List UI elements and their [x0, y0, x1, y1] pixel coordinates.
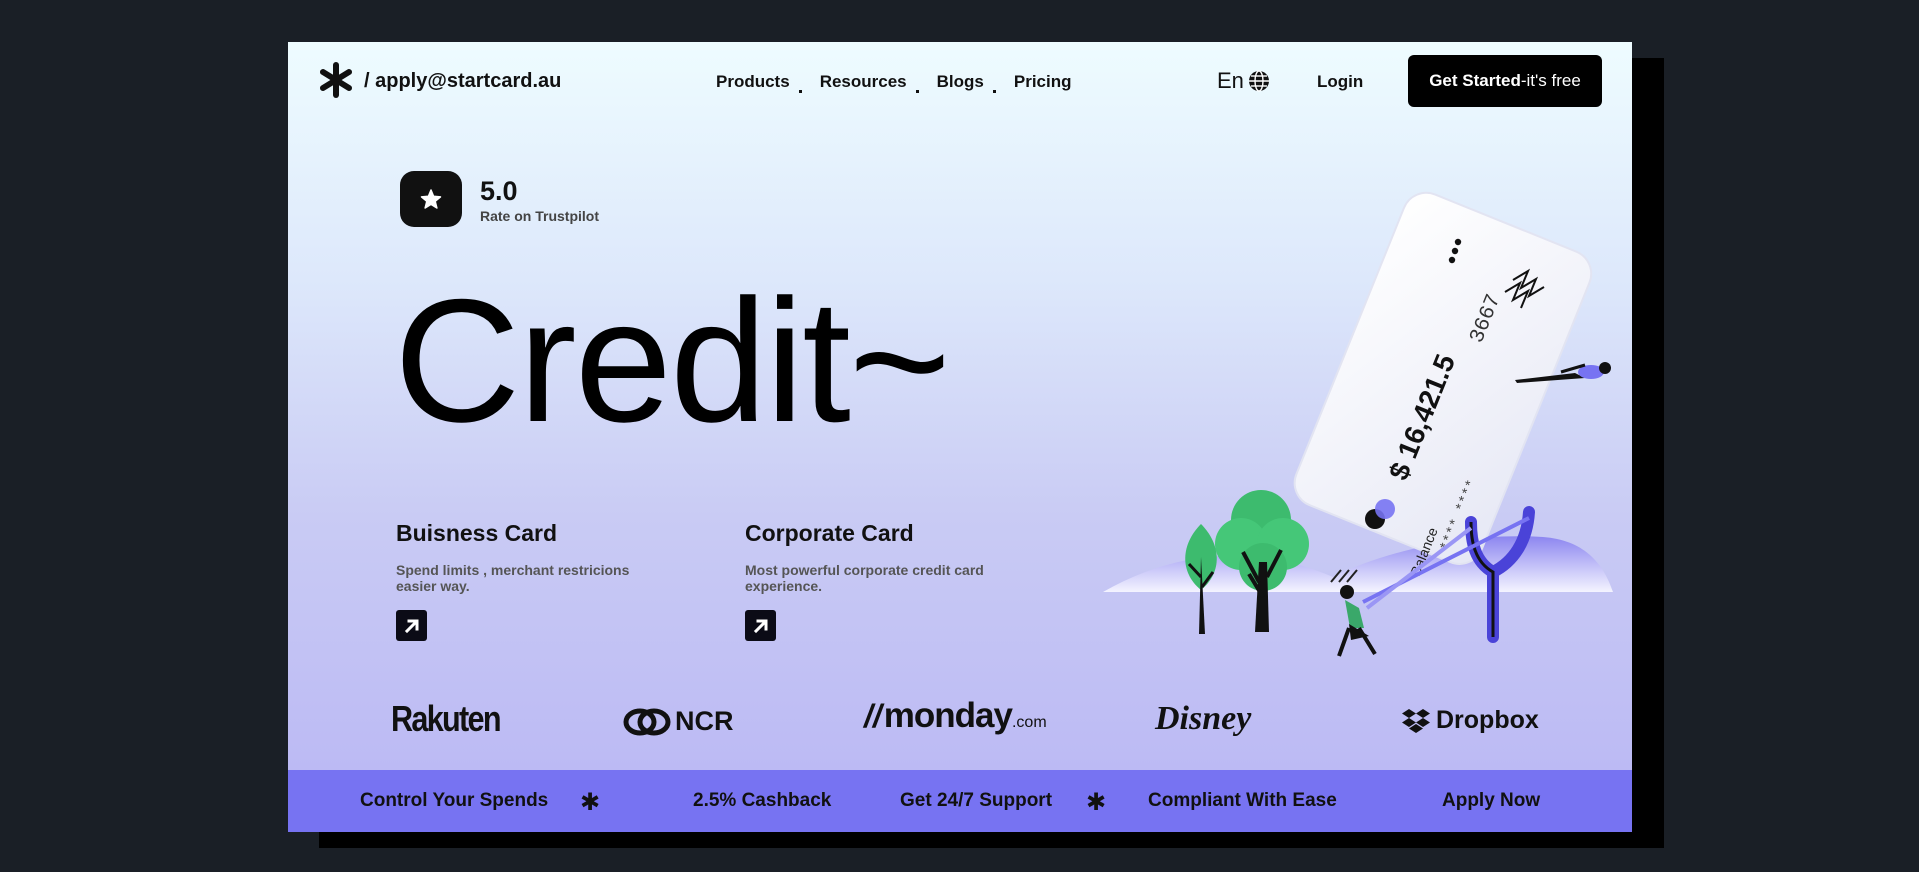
- asterisk-separator-icon: ✱: [580, 789, 601, 816]
- feature-cashback: 2.5% Cashback: [693, 790, 832, 811]
- cta-bold-label: Get Started: [1429, 71, 1521, 90]
- pulling-person-figure: [1337, 585, 1377, 657]
- rakuten-logo: Rakuten: [391, 698, 502, 740]
- nav-pricing-label: Pricing: [1013, 72, 1072, 91]
- disney-logo: Disney: [1155, 700, 1251, 738]
- ncr-logo-text: NCR: [675, 706, 734, 736]
- card-chip-purple: [1375, 499, 1395, 519]
- dropbox-logo-text: Dropbox: [1436, 706, 1539, 734]
- cta-rest-label: -it's free: [1520, 71, 1581, 90]
- feature-compliant: Compliant With Ease: [1148, 790, 1337, 811]
- business-card-description: Spend limits , merchant restricions easi…: [396, 562, 630, 594]
- features-bar: Control Your Spends ✱ 2.5% Cashback Get …: [288, 770, 1632, 832]
- landing-page: / apply@startcard.au Products Resources …: [288, 42, 1632, 832]
- monday-logo-suffix: .com: [1011, 714, 1047, 731]
- corporate-card-title: Corporate Card: [745, 520, 914, 546]
- main-nav: Products Resources Blogs Pricing: [716, 72, 1101, 93]
- monday-logo-text: monday: [883, 696, 1013, 735]
- nav-resources[interactable]: Resources: [819, 72, 919, 93]
- nav-products-label: Products: [716, 72, 790, 91]
- feature-control-spends: Control Your Spends: [360, 790, 549, 811]
- contact-email[interactable]: / apply@startcard.au: [364, 70, 561, 93]
- language-label: En: [1217, 68, 1244, 93]
- dropdown-dot-icon: [915, 90, 919, 93]
- arrow-up-right-icon: [753, 619, 767, 633]
- credit-card-illustration: 3667 $ 16,421.5 Balance **** ****: [1103, 191, 1613, 657]
- globe-icon: [1248, 70, 1269, 92]
- dropdown-dot-icon: [992, 90, 996, 93]
- business-card-title: Buisness Card: [396, 520, 558, 546]
- disney-logo-text: Disney: [1155, 700, 1252, 737]
- feature-support: Get 24/7 Support: [900, 790, 1053, 811]
- get-started-button[interactable]: Get Started -it's free: [1408, 55, 1602, 107]
- dropbox-logo: Dropbox: [1402, 706, 1539, 735]
- business-card-link[interactable]: [396, 610, 427, 641]
- star-icon: [420, 189, 442, 209]
- login-link[interactable]: Login: [1317, 72, 1363, 92]
- monday-mark-icon: //: [864, 698, 882, 734]
- corporate-card-description: Most powerful corporate credit card expe…: [745, 562, 984, 594]
- nav-pricing[interactable]: Pricing: [1014, 72, 1072, 92]
- language-selector[interactable]: En: [1217, 68, 1270, 94]
- nav-resources-label: Resources: [819, 72, 907, 91]
- dropdown-dot-icon: [798, 90, 802, 93]
- corporate-card-link[interactable]: [745, 610, 776, 641]
- apply-now-link[interactable]: Apply Now: [1442, 790, 1540, 812]
- arrow-up-right-icon: [404, 619, 418, 633]
- rating-label: Rate on Trustpilot: [480, 208, 599, 224]
- nav-blogs-label: Blogs: [936, 72, 984, 91]
- ncr-logo: NCR: [623, 706, 734, 737]
- hill-shape: [1103, 536, 1613, 592]
- trustpilot-badge: [400, 171, 462, 227]
- ncr-mark-icon: [623, 708, 671, 735]
- asterisk-separator-icon: ✱: [1086, 789, 1107, 816]
- asterisk-logo-icon[interactable]: [318, 62, 354, 98]
- monday-logo: // monday .com: [864, 696, 1047, 736]
- rating-value: 5.0: [480, 176, 518, 206]
- dropbox-icon: [1402, 708, 1430, 733]
- hero-title: Credit~: [394, 264, 951, 459]
- nav-blogs[interactable]: Blogs: [936, 72, 996, 93]
- rakuten-logo-text: Rakuten: [391, 698, 502, 739]
- nav-products[interactable]: Products: [716, 72, 802, 93]
- tree-large-icon: [1215, 490, 1309, 632]
